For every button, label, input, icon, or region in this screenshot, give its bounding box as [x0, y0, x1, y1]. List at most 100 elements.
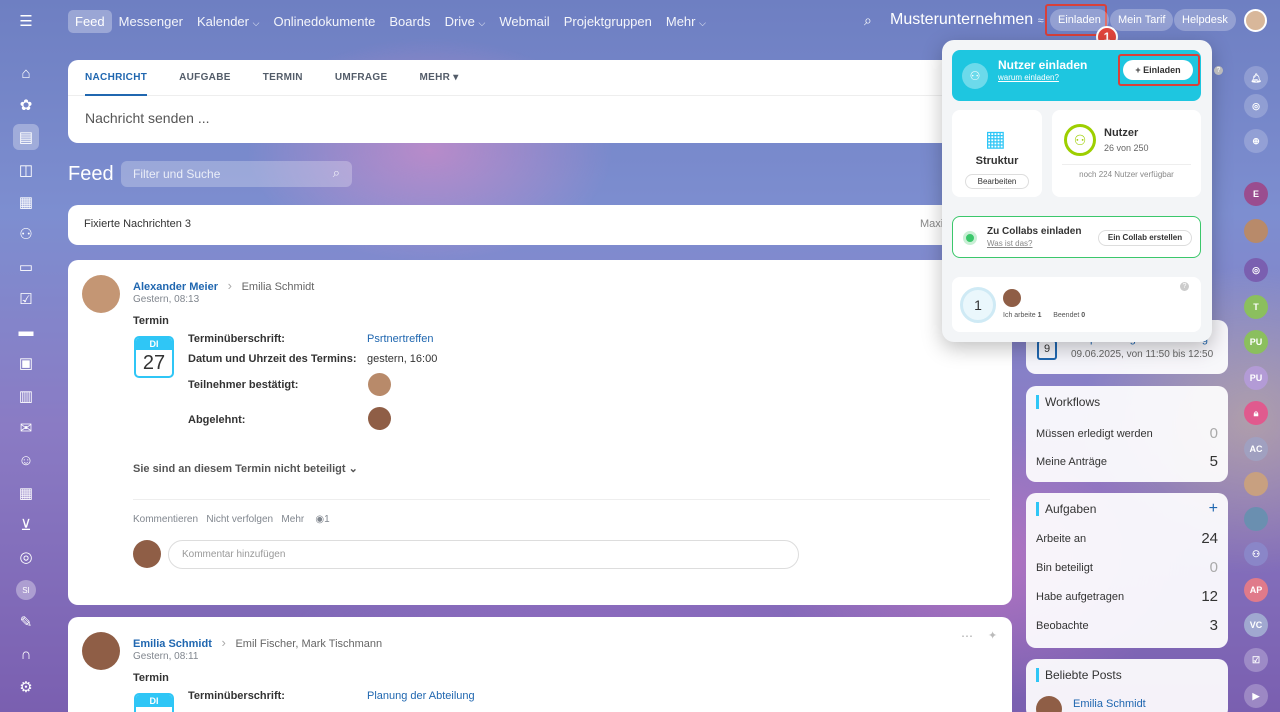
author-avatar[interactable] [1036, 696, 1062, 712]
nutzer-card[interactable]: ⚇ Nutzer 26 von 250 noch 224 Nutzer verf… [1052, 110, 1201, 197]
task-row[interactable]: Bin beteiligt 0 [1036, 559, 1218, 576]
comment-link[interactable]: Kommentieren [133, 514, 198, 525]
nav-messenger[interactable]: Messenger [112, 10, 190, 33]
unfollow-link[interactable]: Nicht verfolgen [206, 514, 273, 525]
menu-icon[interactable]: ☰ [13, 8, 39, 34]
workflow-row[interactable]: Meine Anträge 5 [1036, 453, 1218, 470]
analytics-icon[interactable]: ▥ [13, 383, 39, 409]
collab-icon[interactable]: ✿ [13, 92, 39, 118]
tarif-button[interactable]: Mein Tarif [1110, 9, 1174, 31]
contact-avatar[interactable]: AP [1244, 578, 1268, 602]
target-icon[interactable]: ◎ [13, 544, 39, 570]
group-icon[interactable]: ⚇ [1244, 542, 1268, 566]
users-icon[interactable]: ⚇ [13, 221, 39, 247]
contact-avatar[interactable]: PU [1244, 366, 1268, 390]
tab-nachricht[interactable]: NACHRICHT [85, 72, 148, 96]
nav-onlinedokumente[interactable]: Onlinedokumente [266, 10, 382, 33]
help-icon[interactable]: ? [1180, 282, 1189, 291]
tasks-icon[interactable]: ☑ [13, 286, 39, 312]
feed-icon[interactable]: ▤ [13, 124, 39, 150]
help-icon[interactable]: ? [1214, 66, 1223, 75]
user-initials-icon[interactable]: SI [13, 577, 39, 603]
bell-icon[interactable]: 🔔︎ [1244, 66, 1268, 90]
settings-gear-icon[interactable]: ⚙ [13, 674, 39, 700]
contact-avatar[interactable]: AC [1244, 437, 1268, 461]
post-recipient[interactable]: Emil Fischer, Mark Tischmann [235, 638, 382, 650]
message-input[interactable]: Nachricht senden ... [68, 96, 1012, 140]
declined-avatar[interactable] [368, 407, 391, 430]
home-icon[interactable]: ⌂ [13, 60, 39, 86]
board-icon[interactable]: ▣ [13, 350, 39, 376]
video-icon[interactable]: ▶ [1244, 684, 1268, 708]
calendar-icon[interactable]: ▦ [13, 189, 39, 215]
my-avatar[interactable] [1003, 289, 1021, 307]
event-title-link[interactable]: Psrtnertreffen [367, 333, 433, 345]
create-collab-button[interactable]: Ein Collab erstellen [1098, 230, 1192, 246]
drive-icon[interactable]: ▬ [13, 318, 39, 344]
task-row[interactable]: Arbeite an 24 [1036, 530, 1218, 547]
headset-icon[interactable]: ∩ [13, 641, 39, 667]
mail-icon[interactable]: ✉ [13, 415, 39, 441]
workflow-row[interactable]: Müssen erledigt werden 0 [1036, 425, 1218, 442]
pin-icon[interactable]: ✦ [988, 629, 997, 642]
event-title-link[interactable]: Planung der Abteilung [367, 690, 475, 702]
helpdesk-button[interactable]: Helpdesk [1174, 9, 1236, 31]
contact-avatar[interactable] [1244, 472, 1268, 496]
task-row[interactable]: Beobachte 3 [1036, 617, 1218, 634]
edit-structure-button[interactable]: Bearbeiten [965, 174, 1029, 189]
nav-kalender[interactable]: Kalender ⌵ [190, 10, 267, 33]
post-recipient[interactable]: Emilia Schmidt [242, 281, 315, 293]
add-task-icon[interactable]: + [1209, 501, 1218, 517]
what-is-collab-link[interactable]: Was ist das? [987, 239, 1033, 248]
contact-avatar[interactable] [1244, 507, 1268, 531]
schedule-icon[interactable]: ▦ [13, 480, 39, 506]
nav-boards[interactable]: Boards [382, 10, 437, 33]
tab-mehr[interactable]: MEHR ▾ [419, 72, 458, 83]
task-row[interactable]: Habe aufgetragen 12 [1036, 588, 1218, 605]
contact-avatar[interactable] [1244, 219, 1268, 243]
post-author[interactable]: Emilia Schmidt [133, 638, 212, 650]
struktur-card[interactable]: ▦ Struktur Bearbeiten [952, 110, 1042, 197]
participation-status[interactable]: Sie sind an diesem Termin nicht beteilig… [133, 462, 358, 475]
company-name[interactable]: Musterunternehmen ≈ [890, 11, 1044, 29]
contact-avatar[interactable]: VC [1244, 613, 1268, 637]
document-icon[interactable]: ▭ [13, 254, 39, 280]
checklist-icon[interactable]: ☑ [1244, 648, 1268, 672]
why-invite-link[interactable]: warum einladen? [998, 73, 1059, 82]
contact-avatar[interactable]: PU [1244, 330, 1268, 354]
tab-umfrage[interactable]: UMFRAGE [335, 72, 388, 83]
nav-mehr[interactable]: Mehr ⌵ [659, 10, 713, 33]
more-dots-icon[interactable]: ⋯ [961, 629, 973, 643]
sign-icon[interactable]: ✎ [13, 609, 39, 635]
author-avatar[interactable] [82, 275, 120, 313]
nav-drive[interactable]: Drive ⌵ [438, 10, 493, 33]
copilot-icon[interactable]: ◎ [1244, 94, 1268, 118]
chat-icon[interactable]: ◫ [13, 157, 39, 183]
work-status-card: 1 Ich arbeite 1 Beendet 0 ? [952, 277, 1201, 332]
filter-search-input[interactable]: Filter und Suche ⌕ [121, 161, 352, 187]
popular-author[interactable]: Emilia Schmidt [1073, 698, 1146, 710]
more-link[interactable]: Mehr [281, 514, 304, 525]
post-author[interactable]: Alexander Meier [133, 281, 218, 293]
tab-termin[interactable]: TERMIN [263, 72, 303, 83]
contact-avatar[interactable]: ◎ [1244, 258, 1268, 282]
popup-invite-button[interactable]: + Einladen [1123, 60, 1193, 80]
robot-icon[interactable]: ☺ [13, 447, 39, 473]
my-avatar[interactable] [133, 540, 161, 568]
search-chat-icon[interactable]: ⊕ [1244, 129, 1268, 153]
contact-avatar[interactable]: T [1244, 295, 1268, 319]
nav-feed[interactable]: Feed [68, 9, 112, 33]
lock-icon[interactable]: 🔒︎ [1244, 401, 1268, 425]
nav-webmail[interactable]: Webmail [492, 10, 556, 33]
pinned-messages[interactable]: Fixierte Nachrichten 3 Maxi [68, 205, 1012, 245]
nav-projektgruppen[interactable]: Projektgruppen [557, 10, 659, 33]
search-icon[interactable]: ⌕ [864, 12, 872, 29]
add-users-icon: ⚇ [962, 63, 988, 89]
contact-avatar[interactable]: E [1244, 182, 1268, 206]
participant-avatar[interactable] [368, 373, 391, 396]
comment-input[interactable]: Kommentar hinzufügen [168, 540, 799, 569]
user-avatar[interactable] [1244, 9, 1267, 32]
author-avatar[interactable] [82, 632, 120, 670]
shop-cart-icon[interactable]: ⊻ [13, 512, 39, 538]
tab-aufgabe[interactable]: AUFGABE [179, 72, 231, 83]
